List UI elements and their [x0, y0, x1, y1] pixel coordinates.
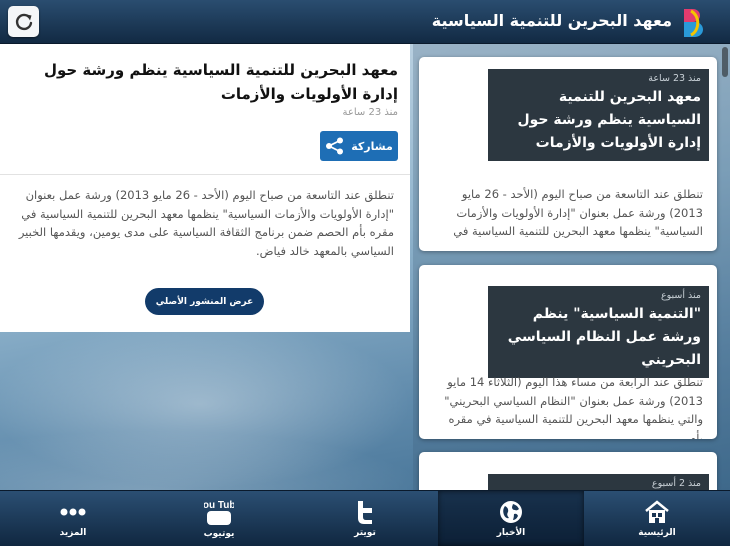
youtube-icon: You Tube — [204, 500, 234, 525]
tab-label: الرئيسية — [638, 528, 676, 538]
news-card[interactable]: منذ 2 أسبوع — [419, 452, 717, 490]
tab-more[interactable]: المزيد — [0, 491, 146, 546]
tab-youtube[interactable]: You Tube يوتيوب — [146, 491, 292, 546]
tab-label: الأخبار — [496, 528, 526, 538]
news-card-title: معهد البحرين للتنمية السياسية ينظم ورشة … — [517, 89, 702, 151]
news-card-header: منذ 2 أسبوع — [488, 474, 709, 490]
news-list[interactable]: منذ 23 ساعة معهد البحرين للتنمية السياسي… — [413, 44, 730, 490]
news-card-time: منذ 2 أسبوع — [651, 478, 701, 489]
bottom-tab-bar: الرئيسية الأخبار تويتر You Tube يوتيوب ا… — [0, 490, 730, 546]
news-list-scrollbar[interactable] — [722, 47, 728, 77]
article-time: منذ 23 ساعة — [342, 107, 398, 118]
svg-text:You Tube: You Tube — [204, 500, 234, 511]
article-detail-panel: معهد البحرين للتنمية السياسية ينظم ورشة … — [0, 44, 410, 332]
tab-label: يوتيوب — [203, 529, 235, 539]
share-label: مشاركة — [351, 139, 393, 153]
tab-news[interactable]: الأخبار — [438, 491, 584, 546]
app-header: معهد البحرين للتنمية السياسية — [0, 0, 730, 44]
news-card-header: منذ 23 ساعة معهد البحرين للتنمية السياسي… — [488, 69, 709, 161]
globe-icon — [500, 501, 522, 523]
tab-twitter[interactable]: تويتر — [292, 491, 438, 546]
share-button[interactable]: مشاركة — [320, 131, 398, 161]
tab-label: تويتر — [354, 528, 376, 538]
news-card[interactable]: منذ أسبوع "التنمية السياسية" ينظم ورشة ع… — [419, 265, 717, 439]
news-card-time: منذ 23 ساعة — [648, 73, 701, 84]
news-card-excerpt: تنطلق عند التاسعة من صباح اليوم (الأحد -… — [453, 187, 703, 238]
tab-home[interactable]: الرئيسية — [584, 491, 730, 546]
refresh-button[interactable] — [8, 6, 39, 37]
news-card-title: "التنمية السياسية" ينظم ورشة عمل النظام … — [507, 306, 701, 368]
tab-label: المزيد — [59, 528, 87, 538]
view-original-button[interactable]: عرض المنشور الأصلي — [145, 288, 264, 315]
app-title: معهد البحرين للتنمية السياسية — [431, 11, 672, 30]
divider — [0, 174, 410, 175]
news-card[interactable]: منذ 23 ساعة معهد البحرين للتنمية السياسي… — [419, 57, 717, 251]
article-body: تنطلق عند التاسعة من صباح اليوم (الأحد -… — [18, 188, 394, 258]
more-icon — [60, 508, 86, 516]
home-icon — [645, 500, 669, 523]
refresh-icon — [15, 13, 32, 30]
news-card-excerpt: تنطلق عند الرابعة من مساء هذا اليوم (الث… — [444, 375, 703, 439]
bdi-logo-icon — [684, 9, 703, 37]
news-card-header: منذ أسبوع "التنمية السياسية" ينظم ورشة ع… — [488, 286, 709, 378]
share-icon — [326, 137, 344, 155]
news-card-time: منذ أسبوع — [660, 290, 701, 301]
article-title: معهد البحرين للتنمية السياسية ينظم ورشة … — [43, 61, 398, 103]
twitter-icon — [358, 501, 372, 524]
